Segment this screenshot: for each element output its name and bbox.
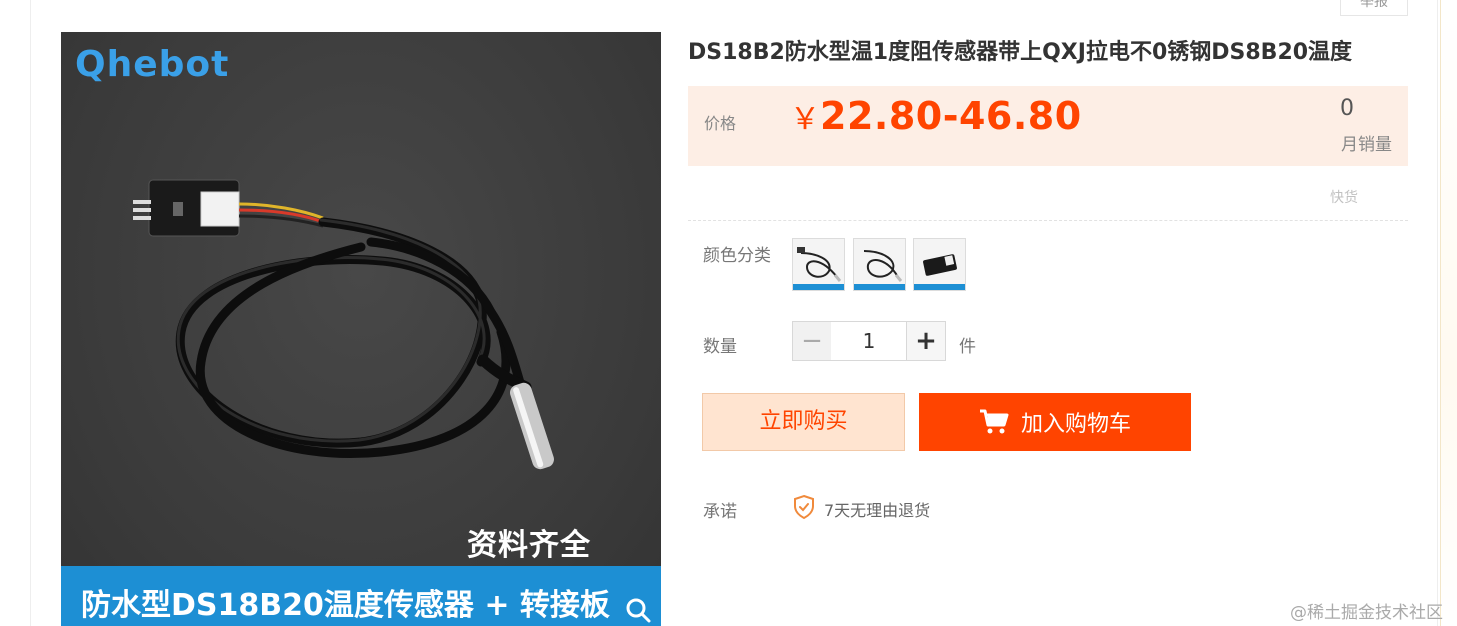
- quantity-increase-button[interactable]: +: [906, 321, 946, 361]
- buy-now-button[interactable]: 立即购买: [702, 393, 905, 451]
- section-divider: [688, 220, 1408, 221]
- quantity-input[interactable]: [831, 321, 907, 361]
- promise-label: 承诺: [703, 502, 737, 522]
- report-link[interactable]: 举报: [1340, 0, 1408, 16]
- faded-shipping-text: 快货: [1330, 190, 1358, 206]
- color-option-label: 颜色分类: [703, 246, 771, 266]
- price-panel: 价格 ￥22.80-46.80 0 月销量: [688, 86, 1408, 166]
- swatch-option-1[interactable]: [792, 238, 845, 291]
- zoom-magnifier-icon[interactable]: [624, 596, 652, 624]
- quantity-label: 数量: [703, 337, 737, 357]
- shopping-cart-icon: [979, 409, 1009, 434]
- promise-text: 7天无理由退货: [824, 501, 931, 520]
- image-banner-text: 防水型DS18B20温度传感器 + 转接板: [81, 588, 610, 623]
- quantity-unit: 件: [959, 337, 976, 357]
- price-range: ￥22.80-46.80: [790, 94, 1082, 138]
- product-page: 举报 Qhebot 资料齐全 防水型DS18B20温度传感器 + 转接板 DS1…: [0, 0, 1457, 626]
- shield-check-icon: [794, 494, 814, 520]
- product-title: DS18B2防水型温1度阻传感器带上QXJ拉电不0锈钢DS8B20温度: [688, 40, 1353, 65]
- brand-logo: Qhebot: [75, 44, 230, 85]
- watermark: @稀土掘金技术社区: [1290, 603, 1443, 623]
- price-range-value: 22.80-46.80: [820, 94, 1082, 138]
- swatch-option-3[interactable]: [913, 238, 966, 291]
- image-caption: 资料齐全: [467, 528, 591, 563]
- swatch-option-2[interactable]: [853, 238, 906, 291]
- swatch-thumbnail-icon: [854, 239, 905, 290]
- quantity-decrease-button[interactable]: −: [792, 321, 832, 361]
- add-to-cart-label: 加入购物车: [1020, 412, 1131, 437]
- swatch-thumbnail-icon: [793, 239, 844, 290]
- swatch-thumbnail-icon: [914, 239, 965, 290]
- price-label: 价格: [704, 114, 737, 133]
- product-main-image[interactable]: Qhebot 资料齐全 防水型DS18B20温度传感器 + 转接板: [61, 32, 661, 626]
- monthly-sales-count: 0: [1340, 96, 1354, 121]
- currency-symbol: ￥: [790, 102, 820, 137]
- monthly-sales-label: 月销量: [1341, 135, 1392, 155]
- right-edge-strip: [1440, 0, 1457, 626]
- add-to-cart-button[interactable]: 加入购物车: [919, 393, 1191, 451]
